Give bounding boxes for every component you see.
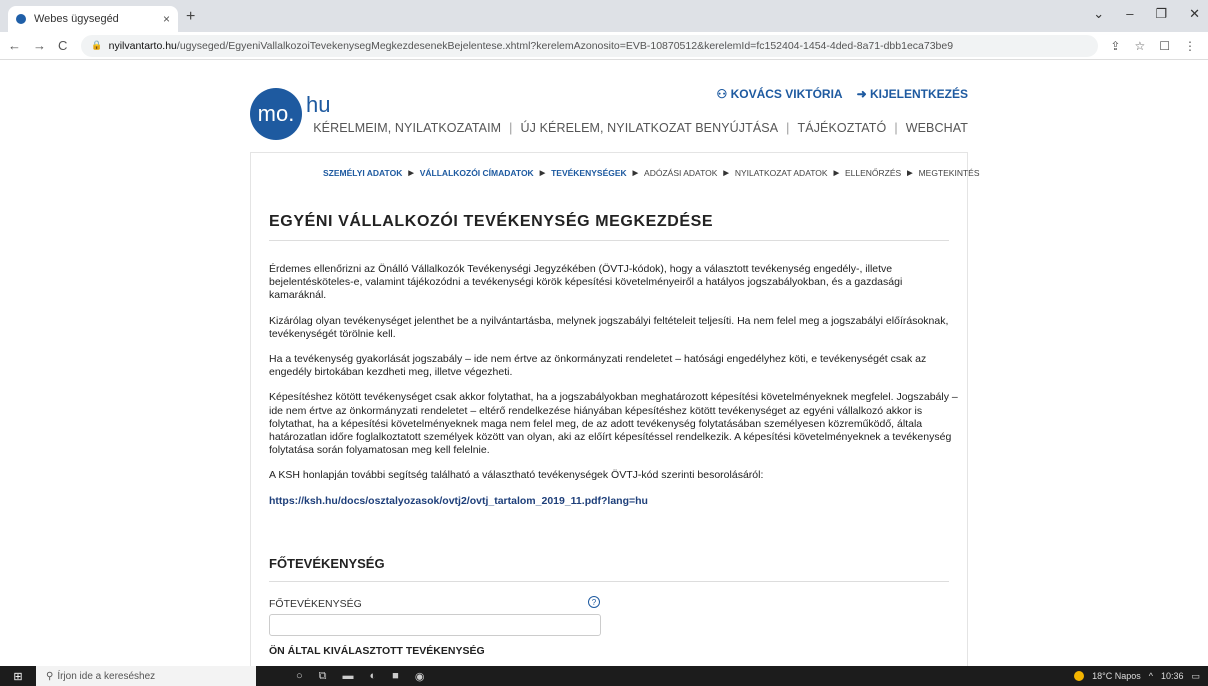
system-tray: 18°C Napos ^ 10:36 ▭: [1074, 671, 1200, 682]
tab-close-icon[interactable]: ×: [163, 12, 170, 26]
divider: [269, 581, 949, 582]
logout-label: KIJELENTKEZÉS: [869, 87, 968, 101]
top-navigation: KÉRELMEIM, NYILATKOZATAIM | ÚJ KÉRELEM, …: [313, 121, 968, 135]
user-link[interactable]: ⚇ KOVÁCS VIKTÓRIA: [716, 87, 842, 101]
lock-icon: 🔒: [91, 40, 103, 50]
file-explorer-icon[interactable]: ▬: [343, 670, 354, 683]
step-arrow-icon: ▶: [539, 170, 546, 177]
window-controls: ⌄ – ❐ ✕: [1093, 6, 1200, 22]
step-arrow-icon: ▶: [833, 170, 839, 177]
logout-link[interactable]: ➜ KIJELENTKEZÉS: [857, 87, 968, 101]
page-title: EGYÉNI VÁLLALKOZÓI TEVÉKENYSÉG MEGKEZDÉS…: [269, 213, 714, 230]
tab-search-icon[interactable]: ⌄: [1093, 6, 1104, 22]
url-host: nyilvantarto.hu: [108, 39, 177, 52]
step-adozasi-adatok: ADÓZÁSI ADATOK: [644, 168, 718, 178]
task-view-icon[interactable]: ⧉: [319, 670, 327, 683]
clock[interactable]: 10:36: [1161, 671, 1184, 681]
bookmark-star-icon[interactable]: ☆: [1134, 39, 1145, 53]
nav-uj-kerelem[interactable]: ÚJ KÉRELEM, NYILATKOZAT BENYÚJTÁSA: [521, 121, 779, 135]
side-panel-icon[interactable]: ☐: [1159, 39, 1170, 53]
step-nyilatkozat-adatok: NYILATKOZAT ADATOK: [734, 168, 828, 178]
nav-separator: |: [786, 121, 790, 135]
search-placeholder: Írjon ide a kereséshez: [57, 670, 156, 682]
nav-separator: |: [894, 121, 898, 135]
tab-title: Webes ügysegéd: [34, 13, 119, 25]
step-arrow-icon: ▶: [632, 170, 639, 177]
reload-button[interactable]: C: [58, 38, 67, 53]
step-szemelyi-adatok[interactable]: SZEMÉLYI ADATOK: [323, 168, 402, 178]
new-tab-button[interactable]: +: [186, 8, 195, 26]
info-paragraph-4: Képesítéshez kötött tevékenységet csak a…: [269, 391, 958, 457]
divider: [269, 240, 949, 241]
share-icon[interactable]: ⇪: [1110, 39, 1120, 53]
tray-chevron-icon[interactable]: ^: [1149, 671, 1153, 681]
close-window-button[interactable]: ✕: [1189, 6, 1200, 22]
browser-tabbar: Webes ügysegéd × + ⌄ – ❐ ✕: [0, 0, 1208, 32]
logo-suffix: hu: [306, 92, 331, 117]
step-arrow-icon: ▶: [907, 170, 913, 177]
chrome-icon[interactable]: ◉: [415, 670, 425, 683]
info-paragraph-2: Kizárólag olyan tevékenységet jelenthet …: [269, 314, 949, 340]
store-icon[interactable]: ■: [392, 670, 399, 683]
favicon-icon: [16, 14, 26, 24]
info-text: Érdemes ellenőrizni az Önálló Vállalkozó…: [269, 263, 961, 520]
step-tevekenysegek[interactable]: TEVÉKENYSÉGEK: [551, 168, 627, 178]
edge-icon[interactable]: ◐: [370, 670, 377, 683]
step-ellenorzes: ELLENŐRZÉS: [844, 168, 902, 178]
step-vallalkozoi-cimadatok[interactable]: VÁLLALKOZÓI CÍMADATOK: [420, 168, 534, 178]
nav-separator: |: [509, 121, 513, 135]
user-icon: ⚇: [716, 87, 731, 101]
step-megtekintes: MEGTEKINTÉS: [918, 168, 980, 178]
logout-icon: ➜: [856, 87, 870, 101]
ksh-link[interactable]: https://ksh.hu/docs/osztalyozasok/ovtj2/…: [269, 495, 648, 507]
fotevekenyseg-input[interactable]: [269, 614, 601, 636]
field-label: FŐTEVÉKENYSÉG: [269, 598, 362, 610]
cortana-icon[interactable]: ○: [296, 670, 303, 683]
selected-activity-label: ÖN ÁLTAL KIVÁLASZTOTT TEVÉKENYSÉG: [269, 645, 485, 657]
nav-tajekoztato[interactable]: TÁJÉKOZTATÓ: [798, 121, 887, 135]
url-path: /ugyseged/EgyeniVallalkozoiTevekenysegMe…: [176, 39, 954, 52]
browser-menu-icon[interactable]: ⋮: [1184, 39, 1196, 53]
info-paragraph-5: A KSH honlapján további segítség találha…: [269, 469, 764, 482]
search-icon: ⚲: [46, 670, 54, 682]
help-icon[interactable]: ?: [588, 596, 600, 608]
taskbar: ⊞ ⚲ Írjon ide a kereséshez ○ ⧉ ▬ ◐ ■ ◉ 1…: [0, 666, 1208, 686]
url-input[interactable]: 🔒 nyilvantarto.hu /ugyseged/EgyeniVallal…: [81, 34, 1099, 57]
weather-icon: [1074, 671, 1085, 681]
start-icon[interactable]: ⊞: [0, 670, 36, 683]
nav-webchat[interactable]: WEBCHAT: [906, 121, 968, 135]
step-arrow-icon: ▶: [408, 170, 414, 177]
notification-icon[interactable]: ▭: [1191, 671, 1200, 682]
form-card: SZEMÉLYI ADATOK ▶ VÁLLALKOZÓI CÍMADATOK …: [250, 152, 980, 672]
forward-button[interactable]: →: [33, 38, 46, 53]
taskbar-search-input[interactable]: ⚲ Írjon ide a kereséshez: [36, 666, 256, 686]
back-button[interactable]: ←: [8, 38, 21, 53]
section-title: FŐTEVÉKENYSÉG: [269, 556, 385, 571]
taskbar-apps: ○ ⧉ ▬ ◐ ■ ◉: [296, 670, 424, 683]
info-paragraph-1: Érdemes ellenőrizni az Önálló Vállalkozó…: [269, 263, 903, 302]
nav-kerelmeim[interactable]: KÉRELMEIM, NYILATKOZATAIM: [313, 121, 501, 135]
logo-circle: mo.: [250, 88, 302, 140]
browser-tab[interactable]: Webes ügysegéd ×: [8, 6, 178, 32]
user-name: KOVÁCS VIKTÓRIA: [730, 87, 843, 101]
minimize-button[interactable]: –: [1126, 6, 1133, 22]
maximize-button[interactable]: ❐: [1155, 6, 1167, 22]
step-arrow-icon: ▶: [723, 170, 729, 177]
user-bar: ⚇ KOVÁCS VIKTÓRIA ➜ KIJELENTKEZÉS: [716, 87, 968, 101]
step-progress: SZEMÉLYI ADATOK ▶ VÁLLALKOZÓI CÍMADATOK …: [323, 168, 980, 178]
info-paragraph-3: Ha a tevékenység gyakorlását jogszabály …: [269, 353, 927, 379]
weather-text[interactable]: 18°C Napos: [1092, 671, 1141, 681]
address-bar-row: ← → C 🔒 nyilvantarto.hu /ugyseged/Egyeni…: [0, 32, 1208, 60]
